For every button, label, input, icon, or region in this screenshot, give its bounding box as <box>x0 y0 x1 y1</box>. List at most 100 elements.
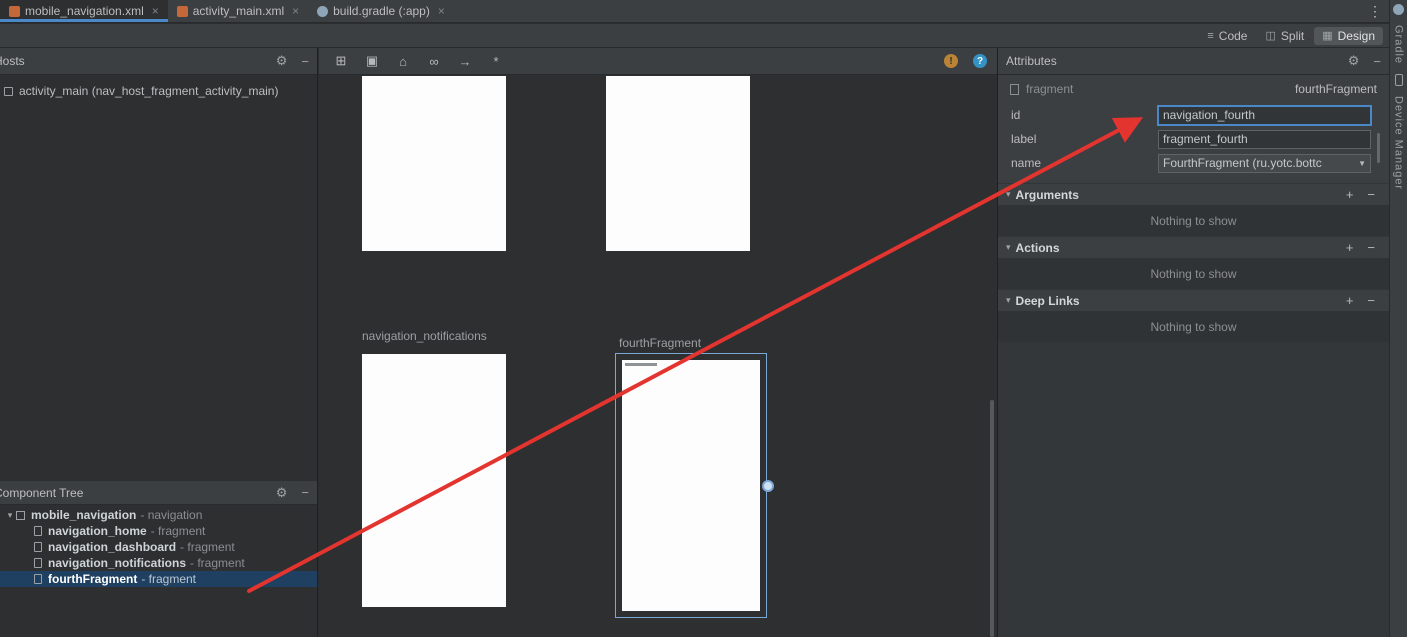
id-field[interactable] <box>1158 106 1371 125</box>
tree-item-navigation-home[interactable]: navigation_home - fragment <box>0 523 317 539</box>
help-icon[interactable]: ? <box>973 54 987 68</box>
tool-window-bar: Gradle Device Manager <box>1389 0 1407 637</box>
tab-label: activity_main.xml <box>193 4 284 18</box>
group-icon[interactable]: ▣ <box>364 53 380 69</box>
warning-badge[interactable]: ! <box>944 54 958 68</box>
attribute-label-label: label <box>1011 132 1158 146</box>
minimize-icon[interactable]: − <box>1373 54 1381 69</box>
tree-item-mobile-navigation[interactable]: ▾ mobile_navigation - navigation <box>0 507 317 523</box>
add-action-icon[interactable]: + <box>1346 240 1354 255</box>
fragment-preview-dashboard[interactable] <box>606 76 750 251</box>
chevron-down-icon[interactable]: ▾ <box>1006 189 1011 200</box>
tree-item-name: navigation_dashboard <box>48 540 176 554</box>
dropdown-arrow-icon: ▼ <box>1358 159 1366 168</box>
tree-item-fourth-fragment[interactable]: fourthFragment - fragment <box>0 571 317 587</box>
tree-item-type: - navigation <box>140 508 202 522</box>
arguments-section-header[interactable]: ▾ Arguments + − <box>998 183 1389 205</box>
remove-argument-icon[interactable]: − <box>1367 187 1375 202</box>
attributes-panel-title: Attributes <box>1006 54 1334 68</box>
design-view-button[interactable]: ▦ Design <box>1314 27 1383 45</box>
gradle-icon[interactable] <box>1393 4 1404 15</box>
close-icon[interactable]: × <box>152 4 159 18</box>
remove-action-icon[interactable]: − <box>1367 240 1375 255</box>
split-view-button[interactable]: ◫ Split <box>1257 27 1312 45</box>
attribute-row-name: name FourthFragment (ru.yotc.bottc ▼ <box>998 151 1389 175</box>
android-studio-window: mobile_navigation.xml × activity_main.xm… <box>0 0 1407 637</box>
device-manager-icon[interactable] <box>1395 74 1403 86</box>
remove-deep-link-icon[interactable]: − <box>1367 293 1375 308</box>
fragment-icon <box>34 526 42 536</box>
tree-item-name: mobile_navigation <box>31 508 136 522</box>
action-arrow-icon[interactable]: → <box>457 54 473 69</box>
component-tree-title: Component Tree <box>0 486 262 500</box>
minimize-icon[interactable]: − <box>301 54 309 69</box>
navigation-graph-icon <box>16 511 25 520</box>
attribute-label-name: name <box>1011 156 1158 170</box>
fragment-label-fourth: fourthFragment <box>619 336 701 350</box>
fragment-selection-frame[interactable] <box>615 353 767 618</box>
code-view-button[interactable]: ≡ Code <box>1199 27 1255 45</box>
chevron-down-icon[interactable]: ▾ <box>1006 242 1011 253</box>
tree-item-navigation-dashboard[interactable]: navigation_dashboard - fragment <box>0 539 317 555</box>
tab-build-gradle[interactable]: build.gradle (:app) × <box>308 0 454 22</box>
chevron-down-icon[interactable]: ▾ <box>4 510 16 521</box>
close-icon[interactable]: × <box>292 4 299 18</box>
name-dropdown[interactable]: FourthFragment (ru.yotc.bottc ▼ <box>1158 154 1371 173</box>
host-item-activity-main[interactable]: activity_main (nav_host_fragment_activit… <box>0 82 317 100</box>
host-item-label: activity_main (nav_host_fragment_activit… <box>19 84 278 98</box>
tab-activity-main-xml[interactable]: activity_main.xml × <box>168 0 308 22</box>
hosts-panel-header: Hosts ⚙ − <box>0 48 317 75</box>
actions-empty-state: Nothing to show <box>998 258 1389 289</box>
fragment-preview-text <box>625 363 657 366</box>
tree-item-type: - fragment <box>180 540 235 554</box>
auto-arrange-icon[interactable]: * <box>488 54 504 69</box>
component-type-label: fragment <box>1026 82 1073 96</box>
add-deep-link-icon[interactable]: + <box>1346 293 1354 308</box>
canvas-scrollbar[interactable] <box>990 400 994 637</box>
home-icon[interactable]: ⌂ <box>395 54 411 69</box>
new-destination-icon[interactable]: ⊞ <box>333 53 349 69</box>
section-spacer <box>998 175 1389 183</box>
attributes-scrollbar[interactable] <box>1377 133 1380 163</box>
xml-file-icon <box>9 6 20 17</box>
label-field[interactable] <box>1158 130 1371 149</box>
design-icon: ▦ <box>1322 29 1332 42</box>
attributes-panel-filler <box>998 342 1389 637</box>
gradle-tool-button[interactable]: Gradle <box>1393 25 1405 64</box>
fragment-label-notifications: navigation_notifications <box>362 329 487 343</box>
device-manager-tool-button[interactable]: Device Manager <box>1393 96 1405 190</box>
editor-tab-bar: mobile_navigation.xml × activity_main.xm… <box>0 0 1389 23</box>
tree-item-navigation-notifications[interactable]: navigation_notifications - fragment <box>0 555 317 571</box>
tree-item-name: fourthFragment <box>48 572 137 586</box>
split-view-label: Split <box>1281 29 1304 43</box>
editor-mode-bar: ≡ Code ◫ Split ▦ Design <box>0 24 1389 48</box>
action-connection-handle[interactable] <box>762 480 774 492</box>
gear-icon[interactable]: ⚙ <box>1348 53 1360 69</box>
design-surface[interactable]: navigation_notifications fourthFragment <box>319 75 997 637</box>
left-panel: Hosts ⚙ − activity_main (nav_host_fragme… <box>0 48 318 637</box>
chevron-down-icon[interactable]: ▾ <box>1006 295 1011 306</box>
deep-links-section-title: Deep Links <box>1016 294 1080 308</box>
deep-link-icon[interactable]: ∞ <box>426 54 442 69</box>
tab-mobile-navigation-xml[interactable]: mobile_navigation.xml × <box>0 0 168 22</box>
add-argument-icon[interactable]: + <box>1346 187 1354 202</box>
design-view-label: Design <box>1338 29 1375 43</box>
name-dropdown-value: FourthFragment (ru.yotc.bottc <box>1163 156 1322 170</box>
gear-icon[interactable]: ⚙ <box>276 53 288 69</box>
fragment-preview-notifications[interactable] <box>362 354 506 607</box>
code-view-label: Code <box>1219 29 1248 43</box>
fragment-preview-fourth[interactable] <box>622 360 760 611</box>
gradle-file-icon <box>317 6 328 17</box>
hosts-panel-title: Hosts <box>0 54 262 68</box>
component-name-label: fourthFragment <box>1295 82 1377 96</box>
close-icon[interactable]: × <box>438 4 445 18</box>
minimize-icon[interactable]: − <box>301 485 309 500</box>
deep-links-section-header[interactable]: ▾ Deep Links + − <box>998 289 1389 311</box>
fragment-icon <box>34 574 42 584</box>
tab-label: mobile_navigation.xml <box>25 4 144 18</box>
kebab-menu-icon[interactable]: ⋮ <box>1361 3 1389 20</box>
actions-section-header[interactable]: ▾ Actions + − <box>998 236 1389 258</box>
fragment-preview-home[interactable] <box>362 76 506 251</box>
gear-icon[interactable]: ⚙ <box>276 485 288 501</box>
code-icon: ≡ <box>1207 30 1213 42</box>
